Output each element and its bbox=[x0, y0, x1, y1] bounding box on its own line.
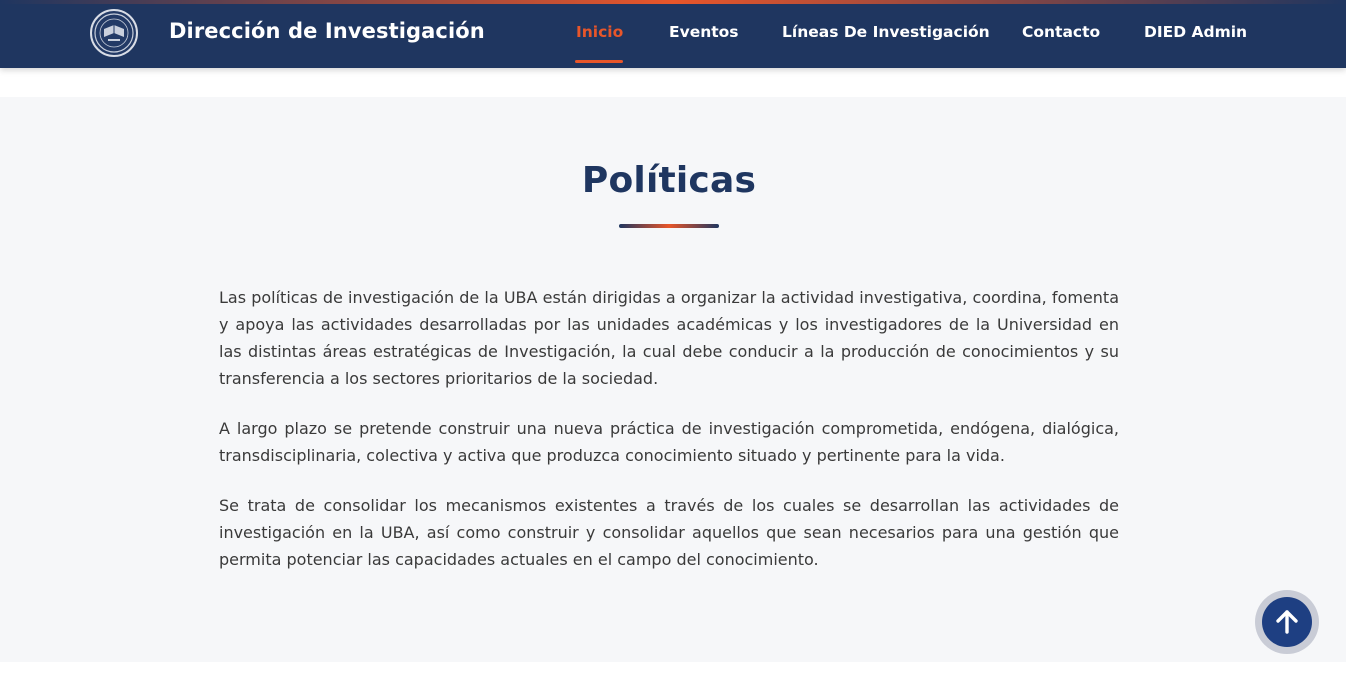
arrow-up-icon bbox=[1276, 610, 1298, 634]
title-divider bbox=[619, 224, 719, 228]
nav-item-contacto[interactable]: Contacto bbox=[1022, 23, 1100, 41]
header-accent-stripe bbox=[0, 0, 1346, 4]
policy-paragraph-2: A largo plazo se pretende construir una … bbox=[219, 419, 1119, 465]
nav-item-lineas-de-investigacion[interactable]: Líneas De Investigación bbox=[782, 23, 990, 41]
nav-item-died-admin[interactable]: DIED Admin bbox=[1144, 23, 1247, 41]
policy-paragraph-1: Las políticas de investigación de la UBA… bbox=[219, 288, 1119, 388]
page-title: Políticas bbox=[581, 160, 757, 201]
nav-item-inicio[interactable]: Inicio bbox=[576, 23, 623, 41]
nav-item-eventos[interactable]: Eventos bbox=[669, 23, 739, 41]
site-title[interactable]: Dirección de Investigación bbox=[169, 19, 485, 43]
university-seal-icon[interactable] bbox=[90, 9, 138, 57]
active-nav-indicator bbox=[575, 60, 623, 63]
policy-paragraph-3: Se trata de consolidar los mecanismos ex… bbox=[219, 496, 1119, 569]
back-to-top-button[interactable] bbox=[1255, 590, 1319, 654]
back-to-top-circle[interactable] bbox=[1262, 597, 1312, 647]
site-header: Dirección de Investigación Inicio Evento… bbox=[0, 0, 1346, 68]
